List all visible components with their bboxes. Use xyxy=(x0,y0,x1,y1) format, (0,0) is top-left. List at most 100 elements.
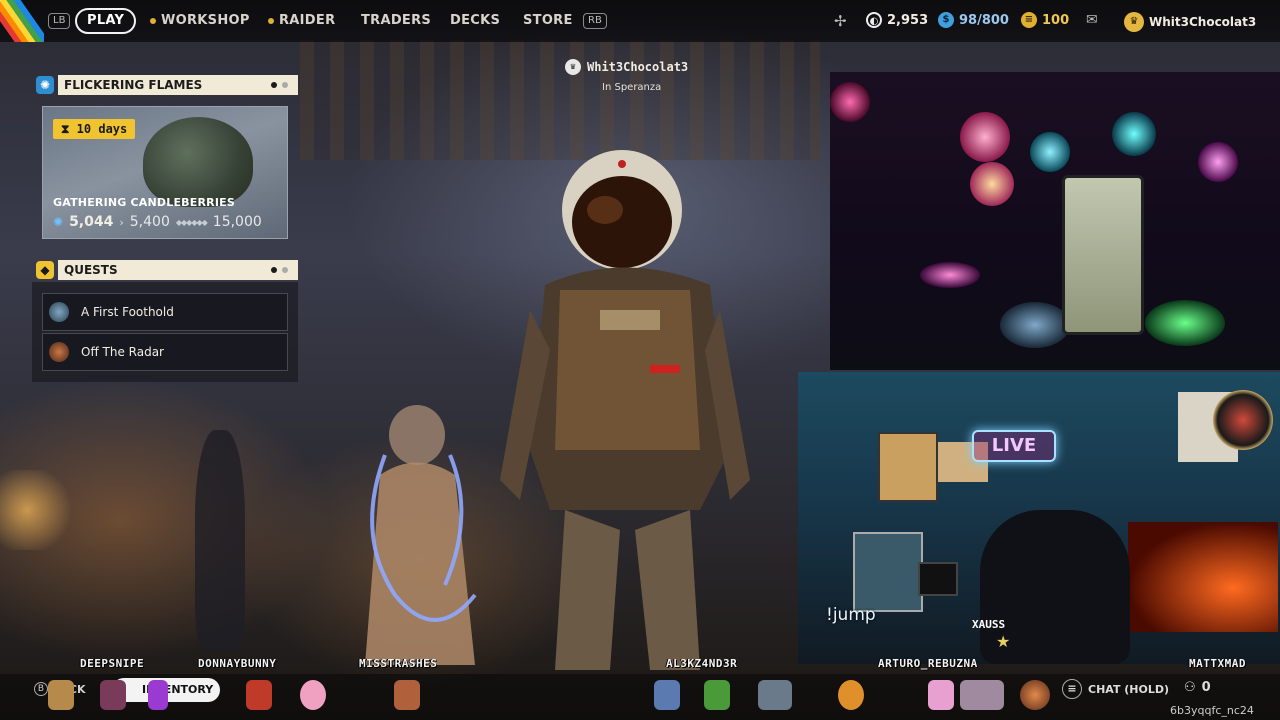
viewer-username-tail: 6b3yqqfc_nc24 xyxy=(1170,704,1254,717)
viewer-avatar-sprite xyxy=(838,680,864,710)
star-icon: ★ xyxy=(996,632,1011,651)
player-location: In Speranza xyxy=(602,82,662,93)
coins-counter: ≡ 100 xyxy=(1021,12,1069,28)
friends-counter[interactable]: ⚇ 0 xyxy=(1184,680,1211,695)
credits-value: 2,953 xyxy=(887,12,929,28)
viewer-name: DEEPSNIPE xyxy=(80,657,145,670)
viewer-avatar-sprite xyxy=(654,680,680,710)
player-name: Whit3Chocolat3 xyxy=(587,60,689,74)
tree-canopy-bunting xyxy=(300,40,820,160)
dartboard xyxy=(1213,390,1273,450)
credits-counter: ◐ 2,953 xyxy=(866,12,928,28)
viewer-avatar-sprite xyxy=(1020,680,1050,710)
profile-button[interactable]: ♛ Whit3Chocolat3 xyxy=(1124,12,1256,32)
profile-username: Whit3Chocolat3 xyxy=(1149,15,1257,29)
event-title: GATHERING CANDLEBERRIES xyxy=(53,196,235,209)
chevron-right-icon: › xyxy=(119,215,124,229)
viewer-avatar-sprite xyxy=(100,680,126,710)
tab-store-label: STORE xyxy=(523,13,573,28)
tab-raider-label: RAIDER xyxy=(279,13,336,28)
webcam-setup-view xyxy=(830,72,1280,370)
friends-count: 0 xyxy=(1201,680,1211,695)
viewer-avatar-sprite xyxy=(246,680,272,710)
chat-button[interactable]: ≡ CHAT (HOLD) xyxy=(1062,679,1169,699)
viewer-name: MISSTRASHES xyxy=(359,657,438,670)
quests-pager xyxy=(271,267,288,273)
viewer-avatar-sprite xyxy=(928,680,954,710)
ring-light xyxy=(918,562,958,596)
progress-current: 5,044 xyxy=(69,214,114,230)
quest-giver-avatar xyxy=(49,302,69,322)
viewer-avatar-sprite xyxy=(148,680,168,710)
coin-stack-icon: ≡ xyxy=(1021,12,1037,28)
crown-icon: ♛ xyxy=(565,59,581,75)
chat-username: XAUSS xyxy=(972,618,1006,631)
season-event-card[interactable]: ⧗ 10 days GATHERING CANDLEBERRIES ✺ 5,04… xyxy=(42,106,288,239)
rgb-fan xyxy=(960,112,1010,162)
friends-icon: ⚇ xyxy=(1184,680,1196,695)
tab-traders[interactable]: TRADERS xyxy=(361,8,431,34)
viewer-name: AL3KZ4ND3R xyxy=(666,657,738,670)
gear-progress-icon: ✺ xyxy=(53,215,64,229)
rainbow-stripe-logo xyxy=(0,0,44,42)
rgb-fan xyxy=(1112,112,1156,156)
rgb-mouse xyxy=(920,262,980,288)
chat-command-text: !jump xyxy=(826,605,876,625)
rgb-fan xyxy=(970,162,1014,206)
viewer-avatar-sprite xyxy=(704,680,730,710)
quests-title: QUESTS xyxy=(64,263,118,277)
quest-label: A First Foothold xyxy=(81,305,174,319)
tab-decks-label: DECKS xyxy=(450,13,501,28)
gear-badge-icon: ✺ xyxy=(36,76,54,94)
notification-dot-icon xyxy=(268,18,274,24)
rgb-fan xyxy=(1030,132,1070,172)
rgb-mouse xyxy=(1145,300,1225,346)
top-navigation-bar: LB PLAY WORKSHOP RAIDER TRADERS DECKS ST… xyxy=(0,0,1280,42)
phone-with-game xyxy=(1062,175,1144,335)
lb-bumper-hint: LB xyxy=(48,13,71,29)
coins-value: 100 xyxy=(1042,12,1070,28)
gift-icon[interactable]: ✢ xyxy=(834,12,847,30)
progress-dots: ◆◆◆◆◆◆ xyxy=(175,217,208,227)
days-remaining-text: 10 days xyxy=(76,122,128,136)
viewer-avatar-sprite xyxy=(48,680,74,710)
quest-label: Off The Radar xyxy=(81,345,164,359)
desk-object xyxy=(1000,302,1070,348)
rgb-fan xyxy=(830,82,870,122)
ghost-figure xyxy=(365,405,477,665)
background-silhouette xyxy=(195,430,245,650)
wall-poster xyxy=(878,432,938,502)
hourglass-icon: ⧗ xyxy=(61,122,70,136)
quests-panel-header[interactable]: QUESTS xyxy=(58,260,298,280)
tab-play[interactable]: PLAY xyxy=(75,8,137,34)
tab-traders-label: TRADERS xyxy=(361,13,432,28)
credits-icon: ◐ xyxy=(866,12,882,28)
candleberry-tree-image xyxy=(143,117,253,207)
tab-store[interactable]: STORE xyxy=(523,8,573,34)
player-nameplate: ♛ Whit3Chocolat3 xyxy=(565,59,688,75)
pixel-art-frame xyxy=(853,532,923,612)
token-icon: $ xyxy=(938,12,954,28)
viewer-avatar-sprite xyxy=(300,680,326,710)
chat-label: CHAT (HOLD) xyxy=(1088,682,1170,696)
mail-icon[interactable]: ✉ xyxy=(1086,12,1098,28)
raider-tokens-counter: $ 98/800 xyxy=(938,12,1009,28)
viewer-name: DONNAYBUNNY xyxy=(198,657,277,670)
rb-bumper-hint: RB xyxy=(583,13,607,29)
season-panel-header[interactable]: FLICKERING FLAMES xyxy=(58,75,298,95)
live-neon-sign: LIVE xyxy=(972,430,1056,462)
pager-dot xyxy=(282,267,288,273)
progress-max: 15,000 xyxy=(212,214,262,230)
viewer-name: MATTXMAD xyxy=(1189,657,1246,670)
quest-item[interactable]: A First Foothold xyxy=(42,293,288,331)
menu-lines-icon: ≡ xyxy=(1062,679,1082,699)
quest-item[interactable]: Off The Radar xyxy=(42,333,288,371)
tab-workshop[interactable]: WORKSHOP xyxy=(150,8,250,34)
pager-dot xyxy=(282,82,288,88)
tab-decks[interactable]: DECKS xyxy=(450,8,500,34)
tab-raider[interactable]: RAIDER xyxy=(268,8,335,34)
candle-glow xyxy=(0,470,90,550)
astronaut-character xyxy=(500,150,750,670)
progress-next: 5,400 xyxy=(129,214,170,230)
pager-dot-active xyxy=(271,267,277,273)
